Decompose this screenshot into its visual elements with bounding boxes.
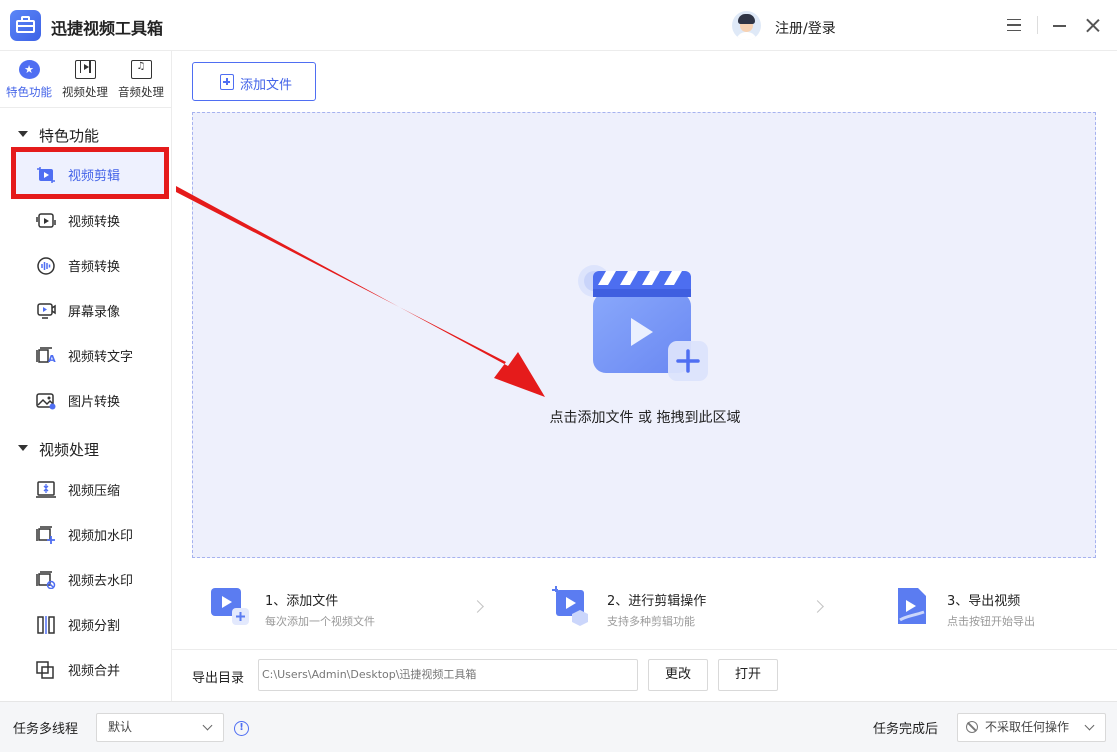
minimize-icon[interactable] xyxy=(1053,25,1066,27)
step-desc: 点击按钮开始导出 xyxy=(947,615,1035,628)
sidebar-item-video-convert[interactable]: 视频转换 xyxy=(12,198,167,243)
title-bar: 迅捷视频工具箱 注册/登录 xyxy=(0,0,1117,51)
sidebar-item-label: 视频分割 xyxy=(68,619,121,634)
video-convert-icon xyxy=(36,213,56,228)
bottom-bar: 任务多线程 默认 ! 任务完成后 不采取任何操作 xyxy=(0,701,1117,752)
topnav-video[interactable]: 视频处理 xyxy=(57,60,113,100)
step-title: 1、添加文件 xyxy=(265,594,339,609)
video-clapper-add-icon xyxy=(578,265,708,381)
multithread-label: 任务多线程 xyxy=(13,722,79,737)
user-avatar[interactable] xyxy=(732,11,761,40)
ban-icon xyxy=(966,721,978,733)
info-icon[interactable]: ! xyxy=(234,721,249,736)
step-export-icon xyxy=(898,588,926,624)
multithread-select[interactable]: 默认 xyxy=(96,713,224,742)
sidebar-item-video-compress[interactable]: 视频压缩 xyxy=(12,467,167,512)
topnav-featured[interactable]: ★ 特色功能 xyxy=(1,60,57,100)
after-task-select[interactable]: 不采取任何操作 xyxy=(957,713,1106,742)
title-divider xyxy=(1037,16,1038,34)
topnav-label: 特色功能 xyxy=(6,85,52,99)
sidebar-item-add-watermark[interactable]: 视频加水印 xyxy=(12,512,167,557)
open-dir-button[interactable]: 打开 xyxy=(718,659,778,691)
step-add-file-icon xyxy=(211,588,249,625)
sidebar-item-label: 视频去水印 xyxy=(68,574,134,589)
sidebar-item-video-merge[interactable]: 视频合并 xyxy=(12,647,167,692)
step-desc: 每次添加一个视频文件 xyxy=(265,615,375,628)
video-to-text-icon: A xyxy=(36,347,56,365)
sidebar-item-label: 视频压缩 xyxy=(68,484,121,499)
step-edit: 2、进行剪辑操作 支持多种剪辑功能 xyxy=(552,572,852,654)
caret-down-icon xyxy=(18,131,28,137)
sidebar-item-label: 视频转换 xyxy=(68,215,121,230)
change-dir-button[interactable]: 更改 xyxy=(648,659,708,691)
sidebar-item-label: 视频加水印 xyxy=(68,529,134,544)
svg-text:A: A xyxy=(48,354,56,365)
sidebar-item-label: 图片转换 xyxy=(68,395,121,410)
music-icon: ♫ xyxy=(130,60,152,79)
menu-icon[interactable] xyxy=(1007,19,1021,31)
chevron-down-icon xyxy=(202,720,213,731)
app-logo-icon xyxy=(10,10,41,41)
group-header-featured[interactable]: 特色功能 xyxy=(0,120,172,148)
screen-record-icon xyxy=(37,303,56,319)
close-icon[interactable] xyxy=(1085,17,1101,33)
audio-wave-icon xyxy=(37,257,55,275)
caret-down-icon xyxy=(18,445,28,451)
sidebar-item-video-to-text[interactable]: A 视频转文字 xyxy=(12,333,167,378)
sidebar-item-label: 视频合并 xyxy=(68,664,121,679)
video-compress-icon xyxy=(36,481,56,498)
sidebar-item-screen-record[interactable]: 屏幕录像 xyxy=(12,288,167,333)
step-title: 2、进行剪辑操作 xyxy=(607,594,707,609)
drop-hint-text: 点击添加文件 或 拖拽到此区域 xyxy=(549,410,741,426)
file-drop-zone[interactable]: 点击添加文件 或 拖拽到此区域 xyxy=(192,112,1096,558)
output-path-field[interactable]: C:\Users\Admin\Desktop\迅捷视频工具箱 xyxy=(258,659,638,691)
topnav-label: 音频处理 xyxy=(118,85,164,99)
sidebar-item-label: 音频转换 xyxy=(68,260,121,275)
step-title: 3、导出视频 xyxy=(947,594,1021,609)
topnav-label: 视频处理 xyxy=(62,85,108,99)
chevron-down-icon xyxy=(1084,720,1095,731)
sidebar-item-audio-convert[interactable]: 音频转换 xyxy=(12,243,167,288)
group-title: 视频处理 xyxy=(39,441,100,459)
annotation-highlight-box xyxy=(11,147,169,199)
multithread-value: 默认 xyxy=(108,720,133,734)
step-export: 3、导出视频 点击按钮开始导出 xyxy=(892,572,1117,654)
star-icon: ★ xyxy=(18,60,40,79)
sidebar-item-remove-watermark[interactable]: 视频去水印 xyxy=(12,557,167,602)
sidebar-item-image-convert[interactable]: 图片转换 xyxy=(12,378,167,423)
add-file-label: 添加文件 xyxy=(240,78,293,93)
step-edit-icon xyxy=(552,586,588,626)
output-dir-bar: 导出目录 C:\Users\Admin\Desktop\迅捷视频工具箱 更改 打… xyxy=(172,649,1117,701)
add-file-icon xyxy=(220,74,234,90)
sidebar: ★ 特色功能 视频处理 ♫ 音频处理 特色功能 视频剪辑 视频转换 音频转换 屏… xyxy=(0,51,172,701)
group-header-video[interactable]: 视频处理 xyxy=(0,434,172,462)
top-category-nav: ★ 特色功能 视频处理 ♫ 音频处理 xyxy=(0,51,172,108)
app-title: 迅捷视频工具箱 xyxy=(51,19,164,38)
login-link[interactable]: 注册/登录 xyxy=(775,18,836,38)
add-watermark-icon xyxy=(36,526,55,544)
video-split-icon xyxy=(37,616,55,634)
sidebar-item-label: 视频转文字 xyxy=(68,350,134,365)
film-icon xyxy=(74,60,96,79)
steps-row: 1、添加文件 每次添加一个视频文件 2、进行剪辑操作 支持多种剪辑功能 3、导出… xyxy=(192,572,1096,654)
remove-watermark-icon xyxy=(36,571,56,589)
topnav-audio[interactable]: ♫ 音频处理 xyxy=(113,60,169,100)
add-file-button[interactable]: 添加文件 xyxy=(192,62,316,101)
main-panel: 添加文件 点击添加文件 或 拖拽到此区域 1、添加文件 每次添加一个视频文件 2… xyxy=(172,51,1117,701)
after-task-value: 不采取任何操作 xyxy=(985,720,1070,734)
sidebar-item-label: 屏幕录像 xyxy=(68,305,121,320)
sidebar-item-video-split[interactable]: 视频分割 xyxy=(12,602,167,647)
step-desc: 支持多种剪辑功能 xyxy=(607,615,695,628)
step-add-file: 1、添加文件 每次添加一个视频文件 xyxy=(210,572,510,654)
after-task-label: 任务完成后 xyxy=(873,722,939,737)
output-dir-label: 导出目录 xyxy=(192,671,245,686)
group-title: 特色功能 xyxy=(39,127,100,145)
image-convert-icon xyxy=(36,393,56,410)
video-merge-icon xyxy=(36,661,54,679)
